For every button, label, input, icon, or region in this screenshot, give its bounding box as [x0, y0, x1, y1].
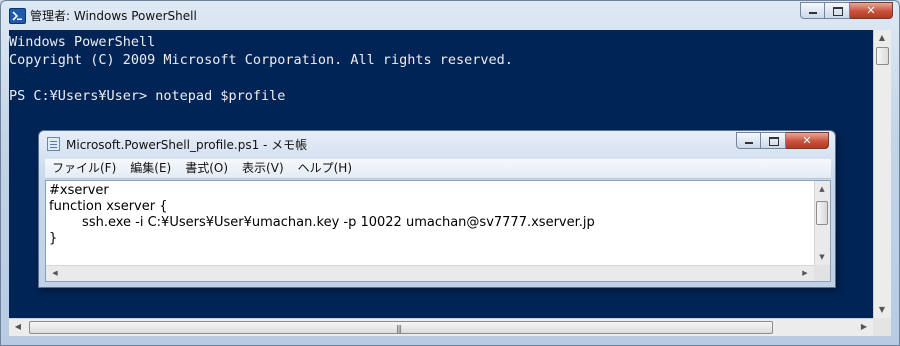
notepad-vertical-scrollbar[interactable]: ▲ ▼: [814, 181, 830, 265]
notepad-window: Microsoft.PowerShell_profile.ps1 - メモ帳 ✕…: [38, 130, 836, 288]
menu-format[interactable]: 書式(O): [178, 159, 235, 178]
notepad-title: Microsoft.PowerShell_profile.ps1 - メモ帳: [66, 138, 308, 152]
maximize-button[interactable]: [825, 2, 850, 19]
scroll-right-arrow-icon[interactable]: ▶: [856, 319, 872, 335]
scroll-up-arrow-icon[interactable]: ▲: [815, 181, 829, 197]
vertical-scroll-thumb[interactable]: [876, 47, 889, 65]
notepad-caption-buttons: ✕: [736, 132, 829, 149]
minimize-icon: [809, 12, 817, 14]
notepad-titlebar[interactable]: Microsoft.PowerShell_profile.ps1 - メモ帳 ✕: [39, 131, 835, 157]
window-title: 管理者: Windows PowerShell: [30, 9, 197, 23]
text-line: ssh.exe -i C:¥Users¥User¥umachan.key -p …: [49, 215, 595, 230]
scrollbar-corner: [873, 318, 891, 336]
menu-view[interactable]: 表示(V): [235, 159, 291, 178]
horizontal-scroll-thumb[interactable]: |||: [29, 321, 773, 334]
notepad-text-area[interactable]: #xserver function xserver { ssh.exe -i C…: [45, 180, 831, 282]
console-line: Windows PowerShell: [9, 34, 156, 50]
scroll-left-arrow-icon[interactable]: ◀: [47, 266, 63, 280]
close-icon: ✕: [802, 134, 812, 147]
notepad-vertical-thumb[interactable]: [816, 201, 828, 225]
minimize-button[interactable]: [800, 2, 825, 19]
notepad-horizontal-scrollbar[interactable]: ◀ ▶: [46, 265, 814, 281]
notepad-minimize-button[interactable]: [736, 132, 761, 149]
menu-help[interactable]: ヘルプ(H): [291, 159, 359, 178]
scroll-down-arrow-icon[interactable]: ▼: [874, 302, 890, 318]
maximize-icon: [769, 137, 779, 146]
scroll-grip-icon: |||: [396, 324, 402, 333]
notepad-menubar: ファイル(F) 編集(E) 書式(O) 表示(V) ヘルプ(H): [45, 159, 831, 179]
menu-file[interactable]: ファイル(F): [45, 159, 123, 178]
close-button[interactable]: ✕: [850, 2, 893, 19]
close-icon: ✕: [866, 4, 876, 17]
notepad-maximize-button[interactable]: [761, 132, 786, 149]
text-line: #xserver: [49, 183, 109, 198]
notepad-close-button[interactable]: ✕: [786, 132, 829, 149]
scroll-down-arrow-icon[interactable]: ▼: [815, 249, 829, 265]
maximize-icon: [833, 7, 843, 16]
powershell-icon: [9, 8, 26, 24]
console-prompt-line: PS C:¥Users¥User> notepad $profile: [9, 88, 286, 104]
scroll-left-arrow-icon[interactable]: ◀: [10, 319, 26, 335]
minimize-icon: [745, 142, 753, 144]
caption-buttons: ✕: [800, 2, 893, 19]
console-vertical-scrollbar[interactable]: ▲ ▼: [873, 30, 891, 318]
notepad-icon: [47, 137, 60, 151]
text-line: }: [49, 231, 58, 246]
powershell-titlebar[interactable]: 管理者: Windows PowerShell ✕: [1, 1, 899, 30]
scrollbar-corner: [814, 265, 830, 281]
console-line: Copyright (C) 2009 Microsoft Corporation…: [9, 52, 513, 68]
scroll-up-arrow-icon[interactable]: ▲: [874, 30, 890, 46]
scroll-right-arrow-icon[interactable]: ▶: [797, 266, 813, 280]
console-horizontal-scrollbar[interactable]: ◀ ||| ▶: [9, 318, 873, 336]
text-line: function xserver {: [49, 199, 168, 214]
menu-edit[interactable]: 編集(E): [123, 159, 178, 178]
